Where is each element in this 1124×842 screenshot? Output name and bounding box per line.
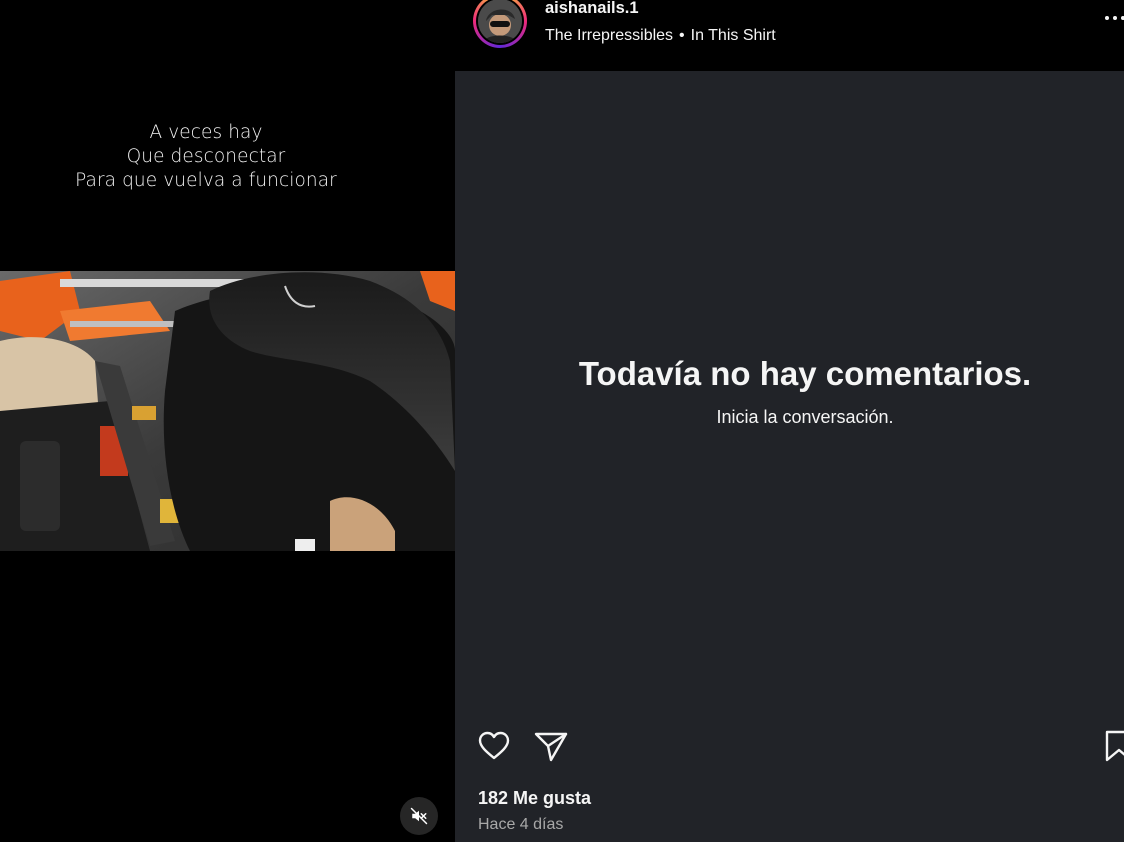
avatar[interactable] — [478, 0, 522, 43]
post-viewer: A veces hay Que desconectar Para que vue… — [0, 0, 1124, 842]
like-button[interactable] — [476, 728, 512, 764]
caption-line: Que desconectar — [126, 146, 286, 167]
avatar-story-ring[interactable] — [473, 0, 527, 48]
save-button[interactable] — [1103, 728, 1124, 764]
heart-icon — [478, 731, 510, 760]
audio-separator: • — [679, 27, 685, 44]
bookmark-icon — [1105, 730, 1124, 762]
avatar-border — [476, 0, 524, 45]
more-options-icon — [1105, 16, 1124, 20]
video-player[interactable]: A veces hay Que desconectar Para que vue… — [0, 0, 455, 842]
mute-toggle-button[interactable] — [400, 797, 438, 835]
video-frame[interactable] — [0, 271, 455, 551]
post-actions-bar — [455, 728, 1124, 764]
audio-track-link[interactable]: In This Shirt — [691, 27, 776, 44]
audio-artist-link[interactable]: The Irrepressibles — [545, 27, 673, 44]
empty-comments-title: Todavía no hay comentarios. — [578, 355, 1032, 392]
speaker-muted-icon — [410, 807, 428, 825]
avatar-image — [478, 0, 522, 43]
empty-comments-subtitle: Inicia la conversación. — [716, 407, 894, 427]
likes-count[interactable]: 182 Me gusta — [478, 787, 591, 809]
share-button[interactable] — [533, 728, 569, 764]
post-timestamp[interactable]: Hace 4 días — [478, 815, 563, 835]
post-header: aishanails.1 The Irrepressibles • In This … — [455, 0, 1124, 71]
video-frame-image — [0, 271, 455, 551]
post-details-panel: aishanails.1 The Irrepressibles • In This … — [455, 0, 1124, 842]
more-options-button[interactable] — [1103, 8, 1124, 28]
audio-attribution: The Irrepressibles • In This Shirt — [545, 26, 776, 46]
caption-line: A veces hay — [149, 122, 263, 143]
video-caption: A veces hay Que desconectar Para que vue… — [0, 121, 412, 193]
caption-line: Para que vuelva a funcionar — [75, 170, 337, 191]
paper-plane-icon — [534, 732, 568, 762]
post-username[interactable]: aishanails.1 — [545, 0, 639, 19]
